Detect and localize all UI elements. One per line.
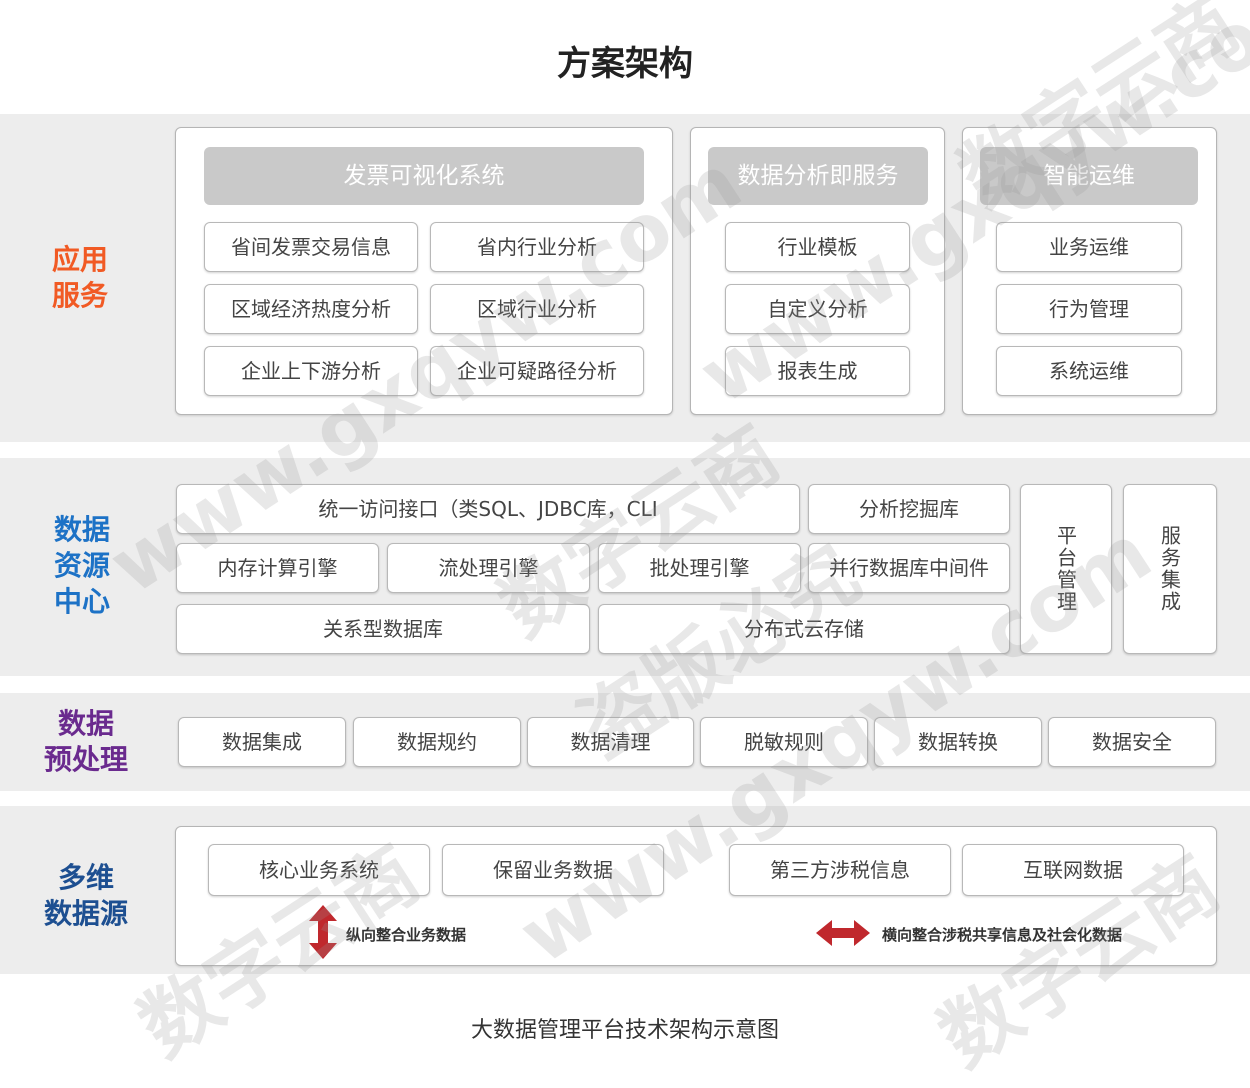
ops-item[interactable]: 行为管理 — [996, 284, 1182, 334]
invoice-item[interactable]: 省间发票交易信息 — [204, 222, 418, 272]
invoice-item[interactable]: 企业可疑路径分析 — [430, 346, 644, 396]
ops-item[interactable]: 业务运维 — [996, 222, 1182, 272]
memory-compute-engine[interactable]: 内存计算引擎 — [176, 543, 379, 593]
distributed-cloud-storage[interactable]: 分布式云存储 — [598, 604, 1010, 654]
parallel-db-middleware[interactable]: 并行数据库中间件 — [808, 543, 1010, 593]
source-layer-label: 多维 数据源 — [43, 861, 128, 930]
preprocess-item[interactable]: 脱敏规则 — [700, 717, 868, 767]
page-title: 方案架构 — [557, 44, 693, 84]
unified-access-interface[interactable]: 统一访问接口（类SQL、JDBC库，CLI — [176, 484, 800, 534]
batch-processing-engine[interactable]: 批处理引擎 — [598, 543, 801, 593]
invoice-item[interactable]: 省内行业分析 — [430, 222, 644, 272]
preprocess-item[interactable]: 数据规约 — [353, 717, 521, 767]
source-item[interactable]: 第三方涉税信息 — [729, 844, 951, 896]
analysis-item[interactable]: 行业模板 — [725, 222, 910, 272]
invoice-visual-header: 发票可视化系统 — [204, 147, 644, 205]
preprocess-item[interactable]: 数据转换 — [874, 717, 1042, 767]
horizontal-integration-note: 横向整合涉税共享信息及社会化数据 — [882, 926, 1123, 944]
vertical-arrow-icon — [309, 905, 337, 959]
source-item[interactable]: 核心业务系统 — [208, 844, 430, 896]
analysis-item[interactable]: 报表生成 — [725, 346, 910, 396]
horizontal-arrow-icon — [816, 920, 870, 946]
preprocess-item[interactable]: 数据安全 — [1048, 717, 1216, 767]
invoice-item[interactable]: 区域经济热度分析 — [204, 284, 418, 334]
vertical-integration-note: 纵向整合业务数据 — [346, 926, 467, 944]
analysis-item[interactable]: 自定义分析 — [725, 284, 910, 334]
figure-caption: 大数据管理平台技术架构示意图 — [470, 1018, 779, 1043]
service-integration[interactable]: 服务集成 — [1123, 484, 1217, 654]
source-item[interactable]: 互联网数据 — [962, 844, 1184, 896]
app-layer-label: 应用 服务 — [51, 243, 108, 312]
preprocess-item[interactable]: 数据集成 — [178, 717, 346, 767]
analysis-mining-library[interactable]: 分析挖掘库 — [808, 484, 1010, 534]
invoice-item[interactable]: 企业上下游分析 — [204, 346, 418, 396]
ops-item[interactable]: 系统运维 — [996, 346, 1182, 396]
relational-database[interactable]: 关系型数据库 — [176, 604, 590, 654]
preprocess-item[interactable]: 数据清理 — [527, 717, 694, 767]
analysis-service-header: 数据分析即服务 — [708, 147, 928, 205]
invoice-item[interactable]: 区域行业分析 — [430, 284, 644, 334]
resource-layer-label: 数据 资源 中心 — [53, 513, 110, 618]
platform-management[interactable]: 平台管理 — [1020, 484, 1112, 654]
source-item[interactable]: 保留业务数据 — [442, 844, 664, 896]
smart-ops-header: 智能运维 — [980, 147, 1198, 205]
preprocess-layer-label: 数据 预处理 — [43, 707, 128, 776]
stream-processing-engine[interactable]: 流处理引擎 — [387, 543, 590, 593]
